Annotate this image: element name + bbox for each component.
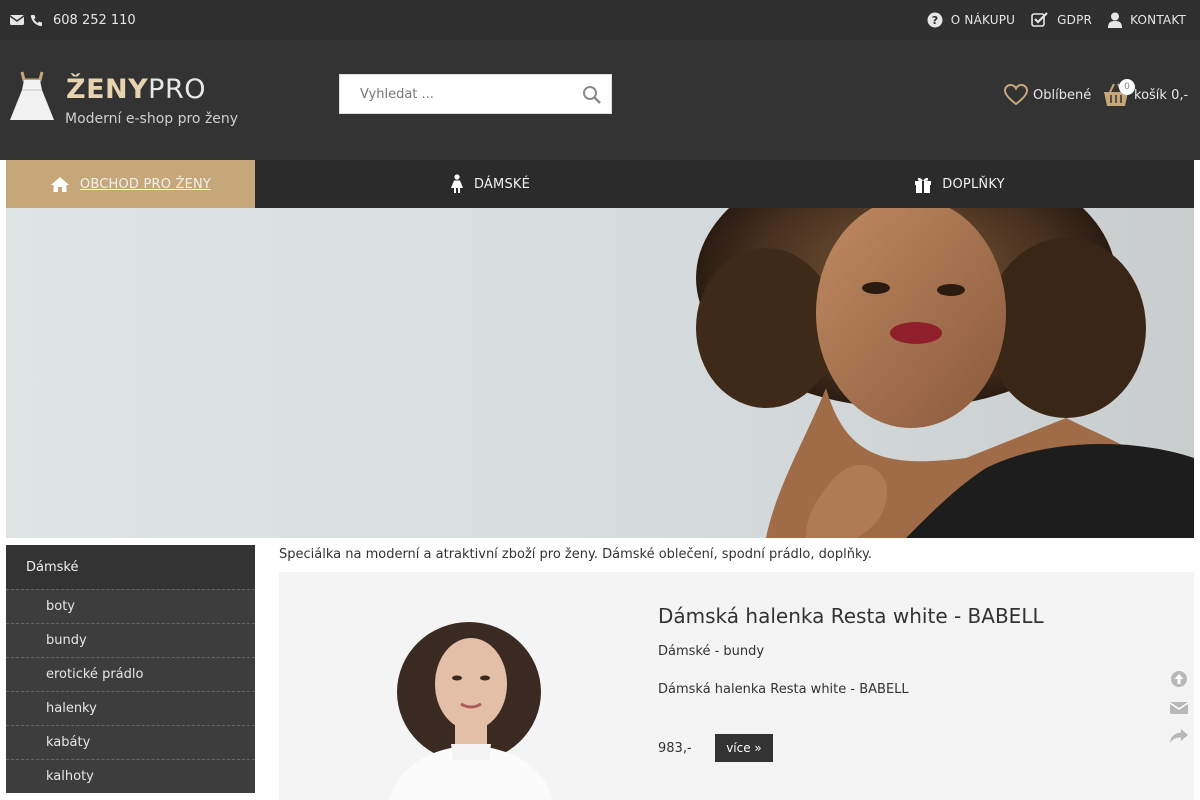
header: ŽENYPRO Moderní e-shop pro ženy Oblíbené… (0, 40, 1200, 160)
tab-damske[interactable]: DÁMSKÉ (255, 160, 725, 208)
tab-label: DÁMSKÉ (473, 176, 531, 192)
search-box (339, 74, 612, 114)
hero-banner[interactable] (6, 208, 1194, 538)
logo-bold: ŽENY (66, 74, 149, 105)
top-link-label: KONTAKT (1130, 13, 1186, 27)
sidebar-item-boty[interactable]: boty (6, 589, 255, 623)
check-square-icon (1031, 12, 1049, 28)
woman-icon (450, 174, 464, 194)
user-icon (1108, 12, 1123, 28)
top-links: ? O NÁKUPU GDPR KONTAKT (927, 0, 1186, 40)
cart-label: košík 0,- (1134, 87, 1189, 103)
product-description: Dámská halenka Resta white - BABELL (658, 682, 909, 697)
contact-info: 608 252 110 (10, 0, 136, 40)
favorites-link[interactable]: Oblíbené (1004, 84, 1091, 106)
top-link-label: O NÁKUPU (950, 13, 1016, 27)
product-image[interactable] (359, 622, 579, 800)
svg-text:?: ? (931, 14, 938, 27)
heart-icon (1004, 84, 1028, 106)
sidebar-item-bundy[interactable]: bundy (6, 623, 255, 657)
logo-wordmark: ŽENYPRO (66, 74, 206, 105)
main-nav: OBCHOD PRO ŽENY DÁMSKÉ DOPLŇKY (6, 160, 1194, 208)
home-icon (50, 176, 70, 193)
scroll-top-icon[interactable] (1169, 670, 1189, 688)
cart-count-badge: 0 (1119, 79, 1135, 95)
phone-number[interactable]: 608 252 110 (53, 13, 136, 28)
dress-logo-icon (6, 70, 58, 124)
product-title[interactable]: Dámská halenka Resta white - BABELL (658, 604, 1044, 628)
search-input[interactable] (340, 75, 572, 113)
category-sidebar: Dámské boty bundy erotické prádlo halenk… (6, 545, 255, 793)
top-link-gdpr[interactable]: GDPR (1031, 12, 1092, 28)
tab-label: DOPLŇKY (942, 176, 1005, 192)
logo-light: PRO (148, 74, 206, 105)
tab-doplnky[interactable]: DOPLŇKY (725, 160, 1194, 208)
intro-text: Speciálka na moderní a atraktivní zboží … (279, 547, 872, 562)
floating-actions (1169, 670, 1189, 744)
hero-woman-image (696, 208, 1194, 538)
top-link-o-nakupu[interactable]: ? O NÁKUPU (927, 12, 1015, 28)
top-link-kontakt[interactable]: KONTAKT (1108, 12, 1186, 28)
question-circle-icon: ? (927, 12, 943, 28)
sidebar-item-halenky[interactable]: halenky (6, 691, 255, 725)
logo-tagline: Moderní e-shop pro ženy (65, 111, 239, 127)
more-button[interactable]: více » (715, 734, 773, 762)
top-link-label: GDPR (1057, 13, 1093, 27)
phone-icon (30, 14, 43, 27)
sidebar-title[interactable]: Dámské (6, 545, 255, 589)
product-card: Dámská halenka Resta white - BABELL Dáms… (279, 572, 1194, 800)
favorites-label: Oblíbené (1033, 87, 1092, 103)
envelope-share-icon[interactable] (1169, 700, 1189, 716)
product-category[interactable]: Dámské - bundy (658, 644, 764, 659)
product-price: 983,- (658, 741, 692, 756)
cart-link[interactable]: 0 košík 0,- (1102, 79, 1189, 108)
sidebar-item-eroticke-pradlo[interactable]: erotické prádlo (6, 657, 255, 691)
tab-obchod-pro-zeny[interactable]: OBCHOD PRO ŽENY (6, 160, 255, 208)
top-bar: 608 252 110 ? O NÁKUPU GDPR KONTAKT (0, 0, 1200, 40)
tab-label: OBCHOD PRO ŽENY (79, 176, 212, 192)
sidebar-item-kalhoty[interactable]: kalhoty (6, 759, 255, 793)
site-logo[interactable]: ŽENYPRO Moderní e-shop pro ženy (6, 70, 246, 134)
gift-icon (914, 176, 932, 193)
search-icon[interactable] (581, 84, 603, 106)
sidebar-item-kabaty[interactable]: kabáty (6, 725, 255, 759)
envelope-icon[interactable] (10, 14, 24, 26)
share-icon[interactable] (1169, 728, 1189, 744)
